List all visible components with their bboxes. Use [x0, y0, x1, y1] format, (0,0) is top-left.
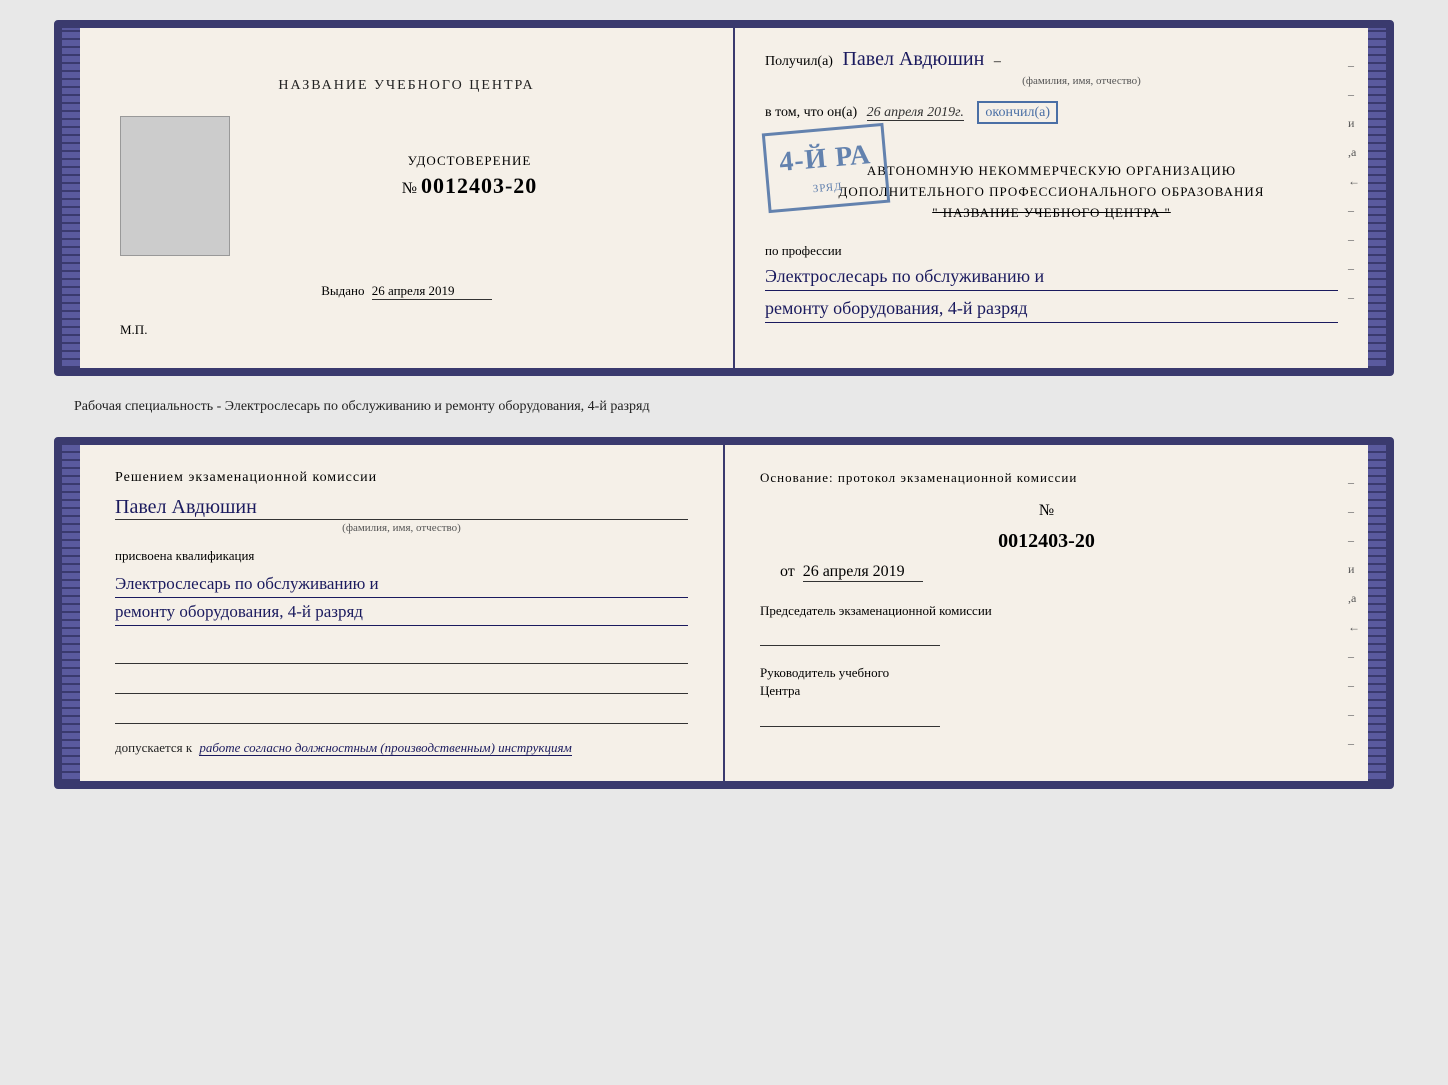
person-name-top: Павел Авдюшин: [842, 48, 984, 70]
qualification-text: присвоена квалификация: [115, 548, 688, 564]
profession-label-top: по профессии: [765, 243, 842, 258]
admission-text: допускается к работе согласно должностны…: [115, 740, 688, 756]
bottom-doc-left-panel: Решением экзаменационной комиссии Павел …: [80, 445, 725, 781]
admission-detail: работе согласно должностным (производств…: [199, 740, 571, 756]
page-wrapper: НАЗВАНИЕ УЧЕБНОГО ЦЕНТРА УДОСТОВЕРЕНИЕ №…: [20, 20, 1428, 789]
cert-label: УДОСТОВЕРЕНИЕ: [402, 153, 538, 169]
right-spine-top: [1368, 28, 1386, 368]
basis-title: Основание: протокол экзаменационной коми…: [760, 470, 1333, 486]
director-line1: Руководитель учебного: [760, 665, 889, 680]
issued-label: Выдано: [321, 283, 364, 298]
finished-label: окончил(а): [977, 101, 1058, 124]
profession-block-top: по профессии Электрослесарь по обслужива…: [765, 243, 1338, 323]
right-margin-marks-bottom: – – – и ,а ← – – – –: [1348, 475, 1360, 751]
completion-date: 26 апреля 2019г.: [867, 105, 964, 121]
name-label-top: (фамилия, имя, отчество): [825, 75, 1338, 87]
protocol-number: 0012403-20: [760, 530, 1333, 553]
sig-line-2: [115, 670, 688, 694]
qualification-line1: Электрослесарь по обслуживанию и: [115, 570, 688, 598]
mp-label: М.П.: [120, 322, 147, 338]
bottom-doc-right-panel: Основание: протокол экзаменационной коми…: [725, 445, 1368, 781]
top-doc-left-panel: НАЗВАНИЕ УЧЕБНОГО ЦЕНТРА УДОСТОВЕРЕНИЕ №…: [80, 28, 735, 368]
org-line3: " НАЗВАНИЕ УЧЕБНОГО ЦЕНТРА ": [765, 203, 1338, 224]
chairman-sig-line: [760, 626, 940, 646]
qualification-line2: ремонту оборудования, 4-й разряд: [115, 598, 688, 626]
cert-photo: [120, 116, 230, 256]
top-doc-right-panel: 4-й ра зряд Получил(а) Павел Авдюшин – (…: [735, 28, 1368, 368]
middle-text: Рабочая специальность - Электрослесарь п…: [54, 388, 1394, 425]
cert-number-prefix: №: [402, 180, 417, 197]
top-document: НАЗВАНИЕ УЧЕБНОГО ЦЕНТРА УДОСТОВЕРЕНИЕ №…: [54, 20, 1394, 376]
date-prefix: от: [780, 563, 795, 580]
director-label: Руководитель учебного Центра: [760, 664, 1333, 700]
right-spine-bottom: [1368, 445, 1386, 781]
left-spine: [62, 28, 80, 368]
left-spine-bottom: [62, 445, 80, 781]
received-line: Получил(а) Павел Авдюшин –: [765, 48, 1338, 71]
cert-issued-block: Выдано 26 апреля 2019: [321, 283, 492, 300]
dash: –: [994, 54, 1001, 69]
director-sig-line: [760, 707, 940, 727]
protocol-prefix: №: [1039, 502, 1054, 519]
sig-line-1: [115, 640, 688, 664]
cert-number: 0012403-20: [421, 173, 537, 198]
received-prefix: Получил(а): [765, 54, 833, 69]
chairman-label: Председатель экзаменационной комиссии: [760, 602, 1333, 620]
profession-line1-top: Электрослесарь по обслуживанию и: [765, 263, 1338, 291]
in-that-prefix: в том, что он(а): [765, 105, 857, 120]
stamp-overlay: 4-й ра зряд: [762, 123, 890, 213]
decision-title: Решением экзаменационной комиссии: [115, 470, 688, 486]
right-margin-marks-top: – – и ,а ← – – – –: [1348, 58, 1360, 305]
sig-line-3: [115, 700, 688, 724]
name-label-bottom: (фамилия, имя, отчество): [115, 522, 688, 534]
protocol-number-block: № 0012403-20: [760, 502, 1333, 553]
cert-number-block: УДОСТОВЕРЕНИЕ № 0012403-20: [402, 153, 538, 199]
director-line2: Центра: [760, 683, 800, 698]
admission-prefix: допускается к: [115, 740, 192, 755]
stamp-text: 4-й ра: [778, 135, 873, 182]
issued-date: 26 апреля 2019: [372, 283, 492, 300]
signature-lines: [115, 640, 688, 724]
protocol-date-block: от 26 апреля 2019: [780, 563, 1333, 582]
stamp-line: зряд: [812, 181, 843, 196]
protocol-date: 26 апреля 2019: [803, 563, 923, 582]
cert-training-center-title: НАЗВАНИЕ УЧЕБНОГО ЦЕНТРА: [278, 78, 534, 94]
bottom-document: Решением экзаменационной комиссии Павел …: [54, 437, 1394, 789]
person-name-bottom: Павел Авдюшин: [115, 496, 688, 520]
profession-line2-top: ремонту оборудования, 4-й разряд: [765, 295, 1338, 323]
in-that-line: в том, что он(а) 26 апреля 2019г. окончи…: [765, 105, 1338, 121]
